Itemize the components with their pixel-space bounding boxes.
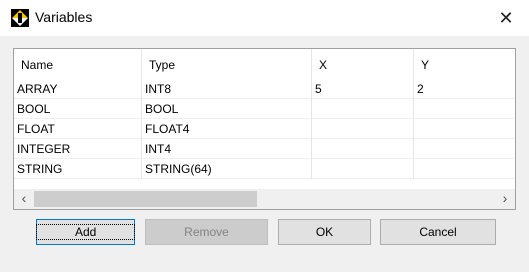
cell-y: [414, 159, 515, 179]
scrollbar-thumb[interactable]: [34, 191, 257, 207]
table-row[interactable]: STRING STRING(64): [14, 159, 515, 179]
cell-type: BOOL: [142, 99, 312, 119]
cancel-button[interactable]: Cancel: [380, 219, 496, 245]
remove-button-label: Remove: [184, 225, 229, 239]
horizontal-scrollbar[interactable]: ‹ ›: [14, 189, 515, 209]
cell-x: 5: [312, 79, 414, 99]
table-header: Name Type X Y: [14, 49, 515, 79]
cell-y: [414, 119, 515, 139]
cell-x: [312, 159, 414, 179]
cell-name: ARRAY: [14, 79, 142, 99]
ok-button-label: OK: [315, 225, 334, 239]
ok-button[interactable]: OK: [278, 219, 371, 245]
cancel-button-label: Cancel: [419, 225, 457, 239]
cell-type: FLOAT4: [142, 119, 312, 139]
cell-name: BOOL: [14, 99, 142, 119]
remove-button[interactable]: Remove: [145, 219, 268, 245]
cell-x: [312, 139, 414, 159]
add-button-label: Add: [35, 224, 136, 240]
column-header-name[interactable]: Name: [14, 49, 142, 79]
app-icon: [11, 9, 29, 27]
close-button[interactable]: ✕: [483, 0, 529, 36]
column-header-y[interactable]: Y: [414, 49, 515, 79]
cell-y: [414, 139, 515, 159]
column-header-type[interactable]: Type: [142, 49, 312, 79]
column-header-x[interactable]: X: [312, 49, 414, 79]
cell-x: [312, 119, 414, 139]
table-row[interactable]: ARRAY INT8 5 2: [14, 79, 515, 99]
title-bar: Variables ✕: [0, 0, 529, 36]
add-button[interactable]: Add: [35, 219, 136, 245]
cell-type: INT8: [142, 79, 312, 99]
scroll-right-icon[interactable]: ›: [495, 189, 515, 209]
close-icon: ✕: [498, 8, 514, 28]
cell-y: 2: [414, 79, 515, 99]
cell-name: INTEGER: [14, 139, 142, 159]
cell-type: INT4: [142, 139, 312, 159]
cell-type: STRING(64): [142, 159, 312, 179]
table-row[interactable]: INTEGER INT4: [14, 139, 515, 159]
cell-y: [414, 99, 515, 119]
table-row[interactable]: BOOL BOOL: [14, 99, 515, 119]
cell-x: [312, 99, 414, 119]
scroll-left-icon[interactable]: ‹: [14, 189, 34, 209]
window-title: Variables: [35, 9, 93, 25]
cell-name: STRING: [14, 159, 142, 179]
table-row[interactable]: FLOAT FLOAT4: [14, 119, 515, 139]
variables-table[interactable]: Name Type X Y ARRAY INT8 5 2 BOOL BOOL F…: [13, 48, 516, 210]
cell-name: FLOAT: [14, 119, 142, 139]
